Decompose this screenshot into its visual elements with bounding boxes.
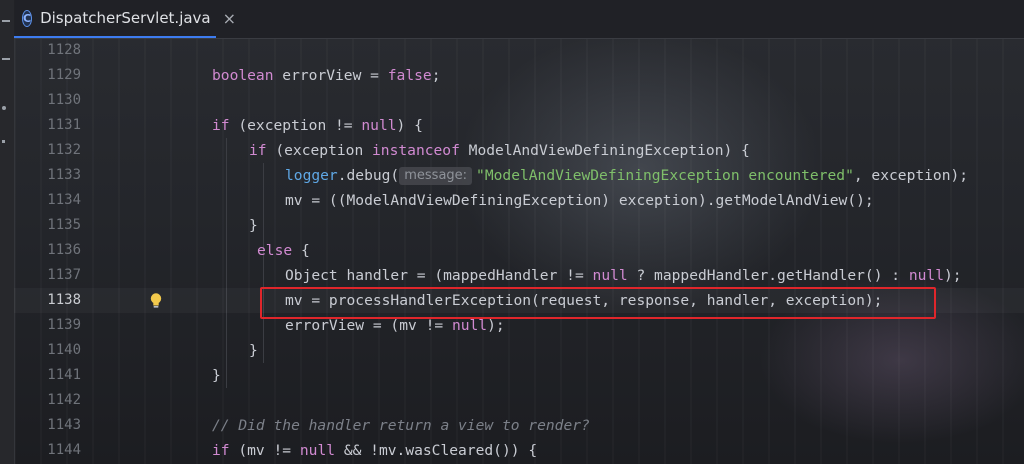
lightbulb-icon[interactable] bbox=[148, 292, 164, 309]
line-number: 1134 bbox=[47, 192, 81, 208]
code-editor[interactable]: 1128 1129 boolean errorView = false; 113… bbox=[14, 38, 1024, 464]
code-fragment: .debug( bbox=[337, 167, 400, 184]
line-number: 1131 bbox=[47, 117, 81, 133]
tab-title: DispatcherServlet.java bbox=[40, 9, 211, 27]
code-line: 1140 } bbox=[14, 338, 1024, 363]
ide-window: C DispatcherServlet.java × 1128 1129 boo… bbox=[0, 0, 1024, 464]
code-fragment: errorView = (mv != bbox=[285, 317, 452, 334]
line-number: 1135 bbox=[47, 217, 81, 233]
highlight-annotation-box bbox=[260, 287, 936, 319]
code-line: 1128 bbox=[14, 38, 1024, 63]
code-line: 1134 mv = ((ModelAndViewDefiningExceptio… bbox=[14, 188, 1024, 213]
toolbar-mark bbox=[2, 20, 10, 22]
keyword: null bbox=[299, 442, 336, 459]
code-fragment: ; bbox=[431, 67, 441, 84]
code-fragment: ? mappedHandler.getHandler() : bbox=[627, 267, 909, 284]
code-fragment: ); bbox=[944, 267, 962, 284]
keyword: null bbox=[908, 267, 945, 284]
code-line: 1136 else { bbox=[14, 238, 1024, 263]
code-line: 1133 logger.debug(message: "ModelAndViewD… bbox=[14, 163, 1024, 188]
code-text: if (exception != null) { bbox=[212, 113, 423, 138]
line-number: 1143 bbox=[47, 417, 81, 433]
keyword: boolean bbox=[212, 67, 274, 84]
code-text: mv = ((ModelAndViewDefiningException) ex… bbox=[285, 192, 874, 209]
keyword: null bbox=[451, 317, 488, 334]
code-line: 1144 if (mv != null && !mv.wasCleared())… bbox=[14, 438, 1024, 463]
side-toolbar bbox=[0, 0, 15, 464]
line-number: 1130 bbox=[47, 92, 81, 108]
code-fragment: { bbox=[292, 242, 310, 259]
code-text: } bbox=[249, 217, 258, 234]
line-number: 1128 bbox=[47, 42, 81, 58]
keyword: false bbox=[387, 67, 432, 84]
code-text: if (mv != null && !mv.wasCleared()) { bbox=[212, 438, 537, 463]
tab-dispatcherservlet[interactable]: C DispatcherServlet.java × bbox=[14, 0, 236, 38]
code-fragment: , exception); bbox=[853, 167, 969, 184]
logger-identifier: logger bbox=[285, 167, 338, 184]
code-line: 1142 bbox=[14, 388, 1024, 413]
line-number: 1144 bbox=[47, 442, 81, 458]
keyword: else bbox=[257, 242, 293, 259]
code-line: 1130 bbox=[14, 88, 1024, 113]
code-text: boolean errorView = false; bbox=[212, 63, 440, 88]
keyword: if bbox=[212, 117, 230, 134]
line-number: 1132 bbox=[47, 142, 81, 158]
keyword: null bbox=[592, 267, 628, 284]
keyword: instanceof bbox=[372, 142, 460, 159]
line-number: 1140 bbox=[47, 342, 81, 358]
line-number: 1133 bbox=[47, 167, 81, 183]
editor-tab-bar: C DispatcherServlet.java × bbox=[14, 0, 1024, 39]
code-line: 1137 Object handler = (mappedHandler != … bbox=[14, 263, 1024, 288]
line-number: 1141 bbox=[47, 367, 81, 383]
code-fragment: (exception bbox=[266, 142, 373, 159]
code-text: Object handler = (mappedHandler != null … bbox=[285, 263, 962, 288]
code-fragment: (exception != bbox=[229, 117, 362, 134]
code-text: else { bbox=[257, 238, 310, 263]
code-fragment: && !mv.wasCleared()) { bbox=[335, 442, 538, 459]
code-fragment: ); bbox=[487, 317, 505, 334]
code-fragment: (mv != bbox=[229, 442, 300, 459]
code-comment: // Did the handler return a view to rend… bbox=[212, 417, 590, 434]
code-text: } bbox=[212, 367, 221, 384]
java-class-icon: C bbox=[22, 9, 33, 27]
keyword: null bbox=[361, 117, 397, 134]
line-number: 1142 bbox=[47, 392, 81, 408]
code-fragment: ) { bbox=[396, 117, 423, 134]
string-literal: "ModelAndViewDefiningException encounter… bbox=[476, 167, 854, 184]
code-fragment: ModelAndViewDefiningException) { bbox=[459, 142, 750, 159]
code-line: 1143 // Did the handler return a view to… bbox=[14, 413, 1024, 438]
code-line: 1129 boolean errorView = false; bbox=[14, 63, 1024, 88]
close-icon[interactable]: × bbox=[223, 9, 236, 28]
parameter-hint: message: bbox=[399, 167, 473, 185]
keyword: if bbox=[212, 442, 230, 459]
code-fragment: Object handler = (mappedHandler != bbox=[285, 267, 593, 284]
line-number: 1138 bbox=[47, 292, 81, 308]
toolbar-mark bbox=[2, 106, 6, 110]
code-line: 1132 if (exception instanceof ModelAndVi… bbox=[14, 138, 1024, 163]
line-number: 1136 bbox=[47, 242, 81, 258]
code-text: logger.debug(message: "ModelAndViewDefini… bbox=[285, 163, 968, 188]
code-line: 1141 } bbox=[14, 363, 1024, 388]
toolbar-mark bbox=[2, 140, 5, 143]
line-number: 1129 bbox=[47, 67, 81, 83]
keyword: if bbox=[249, 142, 267, 159]
code-line: 1135 } bbox=[14, 213, 1024, 238]
toolbar-mark bbox=[2, 58, 10, 60]
line-number: 1139 bbox=[47, 317, 81, 333]
line-number: 1137 bbox=[47, 267, 81, 283]
code-line: 1131 if (exception != null) { bbox=[14, 113, 1024, 138]
code-text: if (exception instanceof ModelAndViewDef… bbox=[249, 138, 750, 163]
code-text: } bbox=[249, 342, 258, 359]
code-fragment: errorView = bbox=[273, 67, 388, 84]
